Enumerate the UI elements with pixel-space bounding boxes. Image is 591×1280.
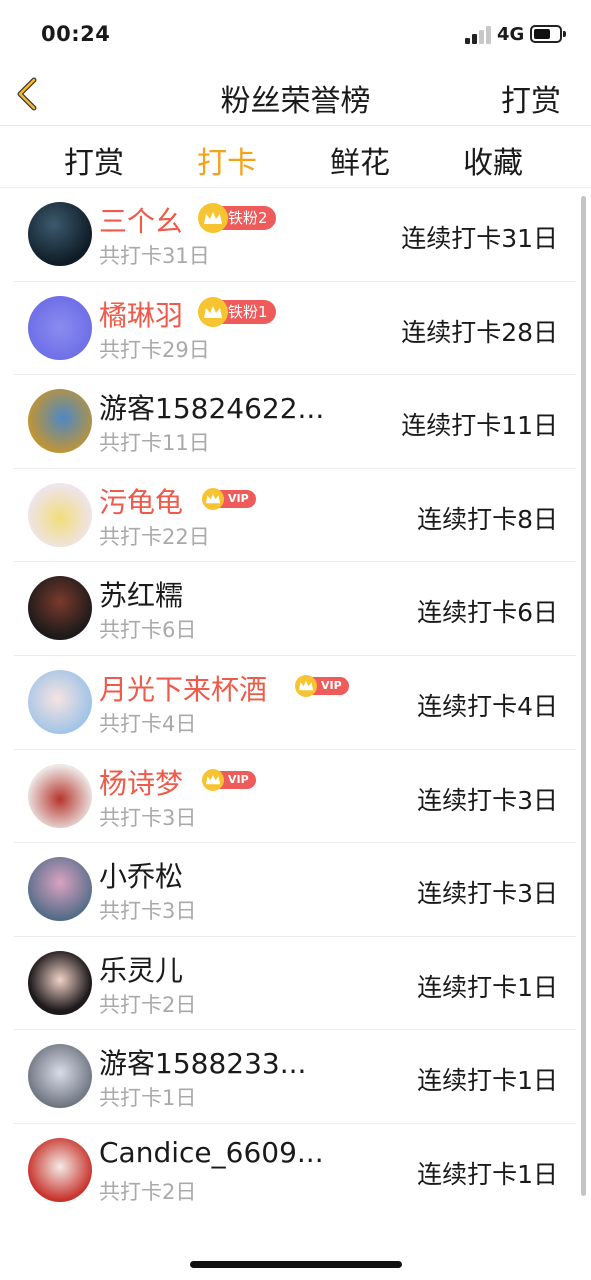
streak-count: 连续打卡28日	[401, 317, 558, 347]
user-name: 月光下来杯酒	[99, 672, 268, 706]
total-checkins: 共打卡2日	[99, 1179, 197, 1204]
user-name: 游客15824622...	[99, 392, 325, 426]
vip-badge: VIP	[202, 487, 256, 510]
total-checkins: 共打卡31日	[99, 244, 210, 268]
streak-count: 连续打卡11日	[401, 411, 558, 441]
total-checkins: 共打卡3日	[99, 805, 197, 830]
reward-button[interactable]: 打赏	[501, 76, 561, 120]
total-checkins: 共打卡11日	[99, 431, 210, 456]
crown-icon	[202, 768, 224, 791]
list-item[interactable]: 乐灵儿 共打卡2日 连续打卡1日	[14, 937, 576, 1031]
tab-favorites[interactable]: 收藏	[463, 138, 523, 182]
battery-tip	[563, 31, 566, 37]
total-checkins: 共打卡6日	[99, 618, 197, 643]
user-name: Candice_6609...	[99, 1135, 324, 1169]
avatar[interactable]	[28, 482, 92, 547]
avatar[interactable]	[28, 295, 92, 360]
avatar[interactable]	[28, 1044, 92, 1109]
user-name: 小乔松	[99, 860, 184, 894]
avatar[interactable]	[28, 669, 92, 734]
avatar[interactable]	[28, 950, 92, 1015]
user-name: 乐灵儿	[99, 953, 184, 987]
avatar[interactable]	[28, 1137, 92, 1202]
tab-checkin[interactable]: 打卡	[197, 138, 257, 182]
avatar[interactable]	[28, 857, 92, 922]
status-time: 00:24	[41, 22, 111, 46]
vip-badge: VIP	[295, 674, 349, 697]
list-item[interactable]: 苏红糯 共打卡6日 连续打卡6日	[14, 562, 576, 656]
total-checkins: 共打卡22日	[99, 524, 210, 549]
list-item[interactable]: 游客1588233... 共打卡1日 连续打卡1日	[14, 1030, 576, 1124]
tab-reward[interactable]: 打赏	[64, 138, 124, 182]
battery-icon	[530, 25, 562, 43]
crown-icon	[295, 674, 317, 697]
streak-count: 连续打卡3日	[417, 785, 558, 815]
avatar[interactable]	[28, 576, 92, 641]
total-checkins: 共打卡3日	[99, 899, 197, 924]
list-item[interactable]: 三个幺 铁粉2 共打卡31日 连续打卡31日	[14, 188, 576, 282]
total-checkins: 共打卡4日	[99, 711, 197, 736]
list-item[interactable]: Candice_6609... 共打卡2日 连续打卡1日	[14, 1124, 576, 1218]
status-bar: 00:24 4G	[0, 0, 591, 70]
streak-count: 连续打卡6日	[417, 598, 558, 628]
vip-badge: VIP	[202, 768, 256, 791]
checkin-ranking-list: 三个幺 铁粉2 共打卡31日 连续打卡31日 橘琳羽 铁粉1 共打卡29日 连续…	[14, 188, 576, 1218]
network-label: 4G	[497, 24, 525, 45]
streak-count: 连续打卡1日	[417, 1066, 558, 1096]
list-item[interactable]: 游客15824622... 共打卡11日 连续打卡11日	[14, 375, 576, 469]
streak-count: 连续打卡31日	[401, 224, 558, 253]
list-item[interactable]: 污龟龟 VIP 共打卡22日 连续打卡8日	[14, 469, 576, 563]
avatar[interactable]	[28, 202, 92, 266]
fan-badge: 铁粉2	[198, 203, 276, 233]
list-item[interactable]: 橘琳羽 铁粉1 共打卡29日 连续打卡28日	[14, 282, 576, 376]
tab-bar: 打赏 打卡 鲜花 收藏	[0, 126, 591, 188]
avatar[interactable]	[28, 389, 92, 454]
scrollbar[interactable]	[581, 196, 586, 1196]
streak-count: 连续打卡1日	[417, 972, 558, 1002]
streak-count: 连续打卡4日	[417, 691, 558, 721]
streak-count: 连续打卡8日	[417, 504, 558, 534]
avatar[interactable]	[28, 763, 92, 828]
user-name: 橘琳羽	[99, 298, 184, 332]
streak-count: 连续打卡1日	[417, 1159, 558, 1189]
user-name: 杨诗梦	[99, 766, 184, 800]
crown-icon	[198, 203, 228, 233]
user-name: 污龟龟	[99, 485, 184, 519]
total-checkins: 共打卡1日	[99, 1086, 197, 1111]
fan-badge: 铁粉1	[198, 296, 276, 327]
user-name: 三个幺	[99, 205, 184, 238]
user-name: 苏红糯	[99, 579, 184, 613]
streak-count: 连续打卡3日	[417, 879, 558, 909]
signal-icon	[465, 26, 493, 44]
total-checkins: 共打卡2日	[99, 992, 197, 1017]
user-name: 游客1588233...	[99, 1047, 307, 1081]
tab-flowers[interactable]: 鲜花	[330, 138, 390, 182]
crown-icon	[202, 487, 224, 510]
home-indicator[interactable]	[190, 1261, 402, 1268]
list-item[interactable]: 月光下来杯酒 VIP 共打卡4日 连续打卡4日	[14, 656, 576, 750]
crown-icon	[198, 296, 228, 327]
list-item[interactable]: 杨诗梦 VIP 共打卡3日 连续打卡3日	[14, 750, 576, 844]
list-item[interactable]: 小乔松 共打卡3日 连续打卡3日	[14, 843, 576, 937]
nav-bar: 粉丝荣誉榜 打赏	[0, 62, 591, 126]
total-checkins: 共打卡29日	[99, 337, 210, 362]
